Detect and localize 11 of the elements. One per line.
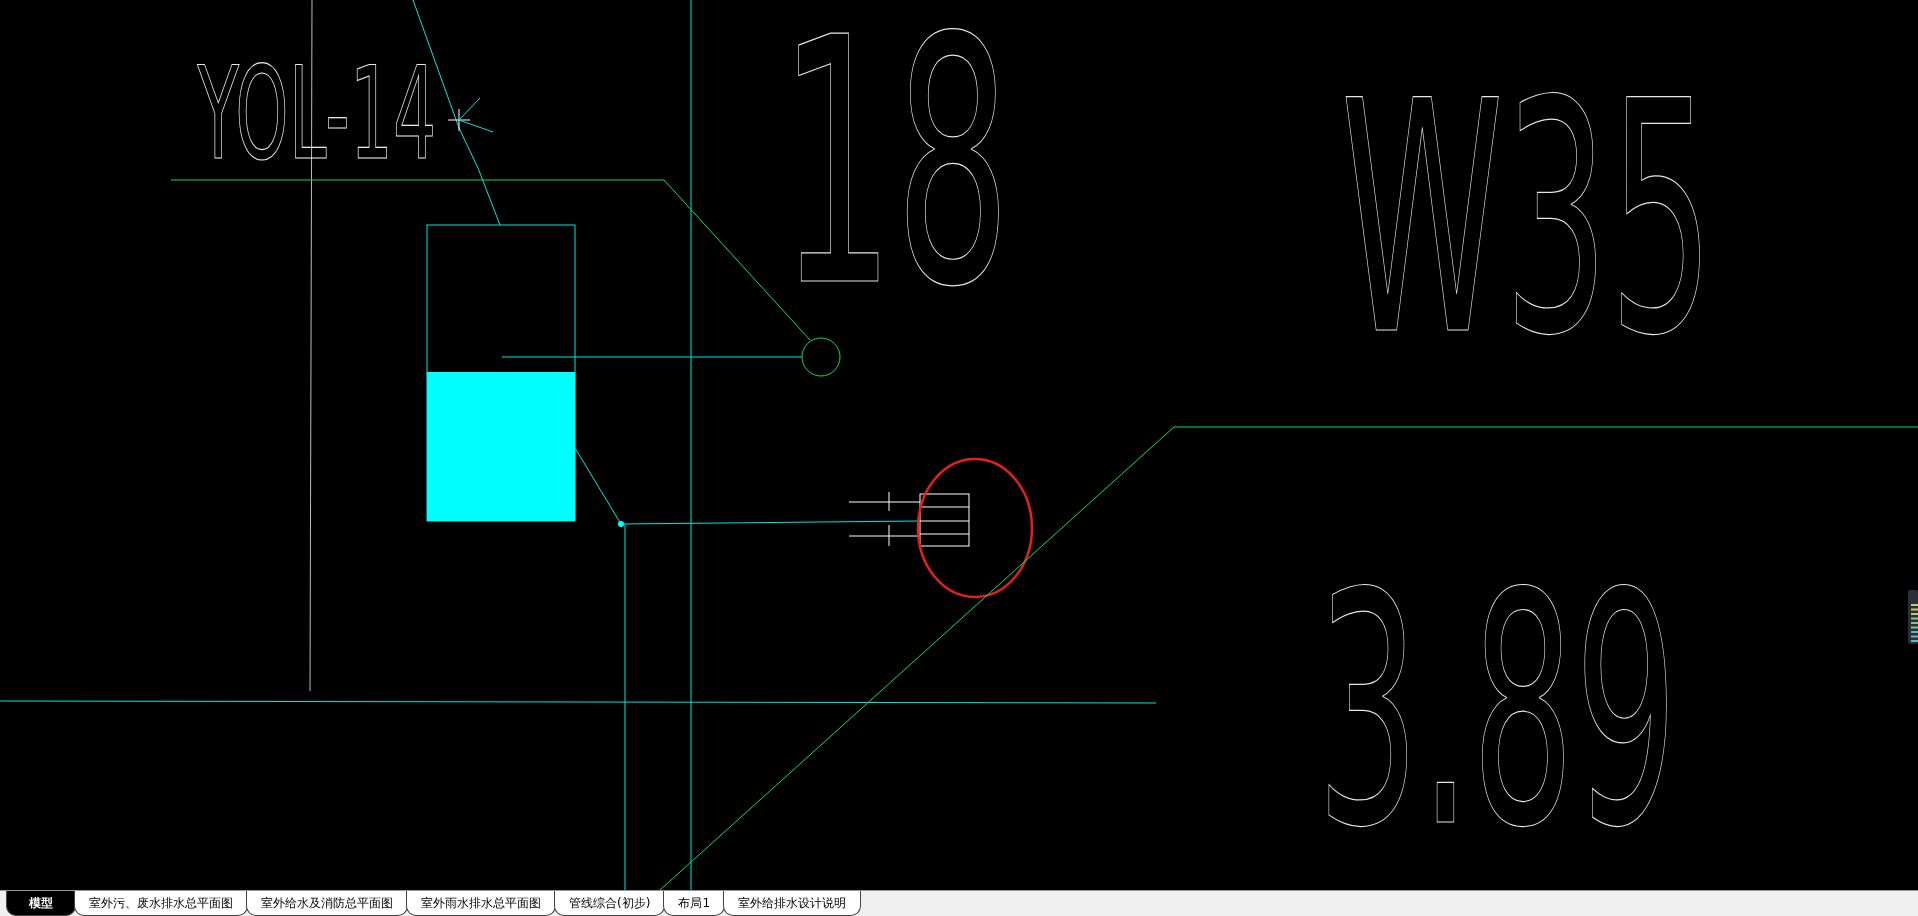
- level-meter-icon: [1908, 590, 1918, 644]
- layout-tab[interactable]: 模型: [6, 891, 76, 916]
- layout-tab[interactable]: 管线综合(初步): [554, 891, 666, 916]
- layout-tab[interactable]: 布局1: [663, 891, 725, 916]
- layout-tab[interactable]: 室外雨水排水总平面图: [406, 891, 556, 916]
- drawing-label: 18: [777, 7, 1012, 320]
- drawing-label: W35: [1339, 72, 1715, 367]
- layout-tab[interactable]: 室外给水及消防总平面图: [246, 891, 408, 916]
- layout-tab[interactable]: 室外污、废水排水总平面图: [74, 891, 248, 916]
- drawing-label: 3.89: [1315, 564, 1679, 859]
- layout-tab[interactable]: 室外给排水设计说明: [723, 891, 861, 916]
